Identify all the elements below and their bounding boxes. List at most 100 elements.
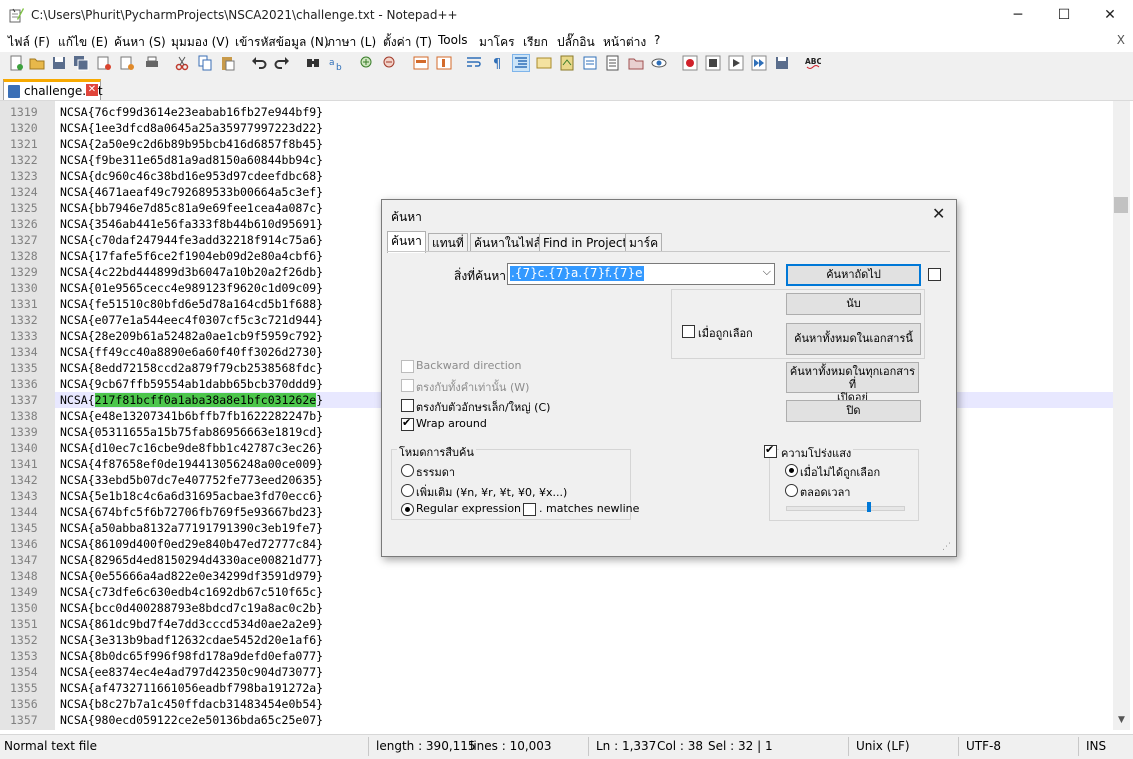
document-list-icon[interactable] bbox=[582, 55, 598, 71]
whole-word-checkbox[interactable] bbox=[401, 379, 414, 392]
code-line[interactable]: NCSA{a50abba8132a77191791390c3eb19fe7} bbox=[60, 521, 323, 535]
code-line[interactable]: NCSA{3e313b9badf12632cdae5452d20e1af6} bbox=[60, 633, 323, 647]
close-button[interactable]: ปิด bbox=[786, 400, 921, 422]
extra-checkbox[interactable] bbox=[928, 268, 941, 281]
code-line[interactable]: NCSA{17fafe5f6ce2f1904eb09d2e80a4cbf6} bbox=[60, 249, 323, 263]
find-icon[interactable] bbox=[305, 55, 321, 71]
count-button[interactable]: นับ bbox=[786, 293, 921, 315]
save-all-icon[interactable] bbox=[73, 55, 89, 71]
always-radio[interactable] bbox=[785, 484, 798, 497]
code-line[interactable]: NCSA{0e55666a4ad822e0e34299df3591d979} bbox=[60, 569, 323, 583]
backward-direction-checkbox[interactable] bbox=[401, 360, 414, 373]
code-line[interactable]: NCSA{980ecd059122ce2e50136bda65c25e07} bbox=[60, 713, 323, 727]
code-line[interactable]: NCSA{dc960c46c38bd16e953d97cdeefdbc68} bbox=[60, 169, 323, 183]
function-list-icon[interactable] bbox=[605, 55, 621, 71]
code-line[interactable]: NCSA{8b0dc65f996f98fd178a9defd0efa077} bbox=[60, 649, 323, 663]
code-line[interactable]: NCSA{ee8374ec4e4ad797d42350c904d73077} bbox=[60, 665, 323, 679]
menu-search[interactable]: ค้นหา (S) bbox=[114, 33, 166, 52]
folder-as-workspace-icon[interactable] bbox=[628, 55, 644, 71]
paste-icon[interactable] bbox=[220, 55, 236, 71]
menu-file[interactable]: ไฟล์ (F) bbox=[8, 33, 50, 52]
code-line[interactable]: NCSA{bcc0d400288793e8bdcd7c19a8ac0c2b} bbox=[60, 601, 323, 615]
minimize-button[interactable]: ─ bbox=[995, 0, 1041, 30]
spell-check-icon[interactable]: ABC bbox=[805, 55, 823, 71]
save-icon[interactable] bbox=[51, 55, 67, 71]
redo-icon[interactable] bbox=[274, 55, 290, 71]
code-line[interactable]: NCSA{d10ec7c16cbe9de8fbb1c42787c3ec26} bbox=[60, 441, 323, 455]
normal-mode-radio[interactable] bbox=[401, 464, 414, 477]
scroll-down-icon[interactable]: ▼ bbox=[1113, 712, 1130, 729]
code-line[interactable]: NCSA{5e1b18c4c6a6d31695acbae3fd70ecc6} bbox=[60, 489, 323, 503]
vertical-scrollbar[interactable] bbox=[1113, 101, 1130, 730]
zoom-out-icon[interactable] bbox=[382, 55, 398, 71]
stop-recording-icon[interactable] bbox=[705, 55, 721, 71]
code-line[interactable]: NCSA{af4732711661056eadbf798ba191272a} bbox=[60, 681, 323, 695]
maximize-button[interactable]: ☐ bbox=[1041, 0, 1087, 30]
code-line[interactable]: NCSA{33ebd5b07dc7e407752fe773eed20635} bbox=[60, 473, 323, 487]
code-line[interactable]: NCSA{28e209b61a52482a0ae1cb9f5959c792} bbox=[60, 329, 323, 343]
code-line[interactable]: NCSA{76cf99d3614e23eabab16fb27e944bf9} bbox=[60, 105, 323, 119]
dropdown-chevron-icon[interactable]: ⌵ bbox=[763, 265, 771, 279]
code-line[interactable]: NCSA{fe51510c80bfd6e5d78a164cd5b1f688} bbox=[60, 297, 323, 311]
code-line[interactable]: NCSA{4f87658ef0de194413056248a00ce009} bbox=[60, 457, 323, 471]
find-what-input[interactable]: .{7}c.{7}a.{7}f.{7}e bbox=[510, 266, 644, 281]
code-line[interactable]: NCSA{e48e13207341b6bffb7fb1622282247b} bbox=[60, 409, 323, 423]
tab-find-in-files[interactable]: ค้นหาในไฟล์ bbox=[470, 233, 545, 252]
code-line[interactable]: NCSA{674bfc5f6b72706fb769f5e93667bd23} bbox=[60, 505, 323, 519]
cut-icon[interactable] bbox=[174, 55, 190, 71]
code-line[interactable]: NCSA{9cb67ffb59554ab1dabb65bcb370ddd9} bbox=[60, 377, 323, 391]
undo-icon[interactable] bbox=[251, 55, 267, 71]
wrap-around-checkbox[interactable] bbox=[401, 416, 414, 431]
tab-find-in-projects[interactable]: Find in Projects bbox=[539, 233, 638, 252]
menu-settings[interactable]: ตั้งค่า (T) bbox=[383, 33, 432, 52]
find-next-button[interactable]: ค้นหาถัดไป bbox=[786, 264, 921, 286]
copy-icon[interactable] bbox=[197, 55, 213, 71]
find-all-open-button[interactable]: ค้นหาทั้งหมดในทุกเอกสารที่ เปิดอยู่ bbox=[786, 362, 919, 404]
print-icon[interactable] bbox=[144, 55, 160, 71]
dialog-close-icon[interactable]: ✕ bbox=[932, 204, 945, 223]
indent-guide-icon[interactable] bbox=[512, 54, 530, 72]
code-line[interactable]: NCSA{2a50e9c2d6b89b95bcb416d6857f8b45} bbox=[60, 137, 323, 151]
tab-find[interactable]: ค้นหา bbox=[387, 231, 426, 253]
menu-view[interactable]: มุมมอง (V) bbox=[171, 33, 229, 52]
save-macro-icon[interactable] bbox=[774, 55, 790, 71]
transparency-slider-track[interactable] bbox=[786, 506, 905, 511]
show-all-characters-icon[interactable]: ¶ bbox=[490, 55, 506, 72]
code-line[interactable]: NCSA{217f81bcff0a1aba38a8e1bfc031262e} bbox=[60, 393, 323, 407]
code-line[interactable]: NCSA{86109d400f0ed29e840b47ed72777c84} bbox=[60, 537, 323, 551]
tab-mark[interactable]: มาร์ค bbox=[625, 233, 663, 252]
code-line[interactable]: NCSA{861dc9bd7f4e7dd3cccd534d0ae2a2e9} bbox=[60, 617, 323, 631]
menu-tools[interactable]: Tools bbox=[438, 33, 468, 47]
zoom-in-icon[interactable] bbox=[359, 55, 375, 71]
code-line[interactable]: NCSA{c70daf247944fe3add32218f914c75a6} bbox=[60, 233, 323, 247]
menu-encoding[interactable]: เข้ารหัสข้อมูล (N) bbox=[235, 33, 329, 52]
menu-run[interactable]: เรียก bbox=[523, 33, 548, 52]
monitoring-icon[interactable] bbox=[651, 55, 667, 71]
on-losing-focus-radio[interactable] bbox=[785, 464, 798, 477]
scrollbar-thumb[interactable] bbox=[1114, 197, 1128, 213]
playback-macro-icon[interactable] bbox=[728, 55, 744, 71]
transparency-checkbox[interactable] bbox=[764, 443, 777, 458]
open-folder-icon[interactable] bbox=[29, 55, 45, 71]
match-case-checkbox[interactable] bbox=[401, 399, 414, 412]
code-line[interactable]: NCSA{b8c27b7a1c450ffdacb31483454e0b54} bbox=[60, 697, 323, 711]
close-window-button[interactable]: ✕ bbox=[1087, 0, 1133, 30]
transparency-slider-thumb[interactable] bbox=[867, 502, 871, 512]
code-line[interactable]: NCSA{4c22bd444899d3b6047a10b20a2f26db} bbox=[60, 265, 323, 279]
code-line[interactable]: NCSA{bb7946e7d85c81a9e69fee1cea4a087c} bbox=[60, 201, 323, 215]
menu-plugins[interactable]: ปลั๊กอิน bbox=[557, 33, 595, 52]
menu-window[interactable]: หน้าต่าง bbox=[603, 33, 646, 52]
resize-grip-icon[interactable]: ⋰ bbox=[942, 542, 952, 552]
code-line[interactable]: NCSA{1ee3dfcd8a0645a25a35977997223d22} bbox=[60, 121, 323, 135]
menu-language[interactable]: ภาษา (L) bbox=[327, 33, 376, 52]
code-line[interactable]: NCSA{ff49cc40a8890e6a60f40ff3026d2730} bbox=[60, 345, 323, 359]
dot-matches-newline-checkbox[interactable] bbox=[523, 503, 536, 516]
close-document-button[interactable]: X bbox=[1117, 33, 1125, 47]
word-wrap-icon[interactable] bbox=[466, 55, 482, 71]
code-line[interactable]: NCSA{e077e1a544eec4f0307cf5c3c721d944} bbox=[60, 313, 323, 327]
code-line[interactable]: NCSA{82965d4ed8150294d4330ace00821d77} bbox=[60, 553, 323, 567]
menu-edit[interactable]: แก้ไข (E) bbox=[58, 33, 108, 52]
extended-mode-radio[interactable] bbox=[401, 484, 414, 497]
code-line[interactable]: NCSA{05311655a15b75fab86956663e1819cd} bbox=[60, 425, 323, 439]
regex-mode-radio[interactable] bbox=[401, 503, 414, 516]
